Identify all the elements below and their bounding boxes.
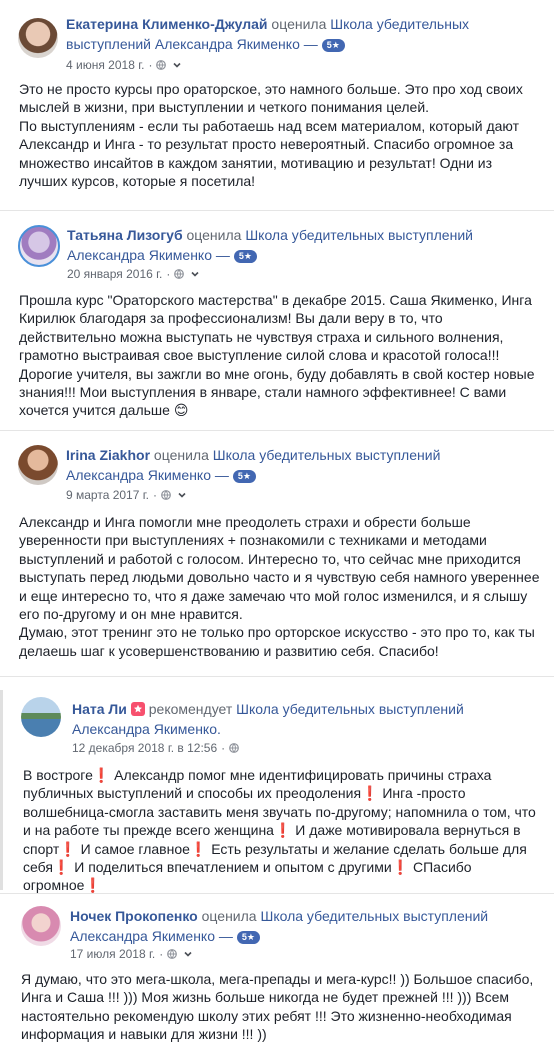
review-action: рекомендует	[148, 701, 233, 717]
text-line: знания!!! Мои выступления в январе, стал…	[19, 384, 507, 401]
text-line: Прошла курс "Ораторского мастерства" в д…	[19, 292, 532, 308]
review-meta: 12 декабря 2018 г. в 12:56 ·	[72, 740, 240, 756]
author-name[interactable]: Irina Ziakhor	[66, 447, 150, 463]
author-name[interactable]: Татьяна Лизогуб	[67, 227, 183, 243]
review-header: Ната Ли рекомендует Школа убедительных в…	[72, 699, 512, 739]
star-badge-icon	[130, 702, 145, 716]
rating-badge: 5★	[232, 470, 256, 483]
chevron-down-icon[interactable]	[177, 490, 187, 500]
rating-badge: 5★	[321, 39, 345, 52]
review-text: Прошла курс "Ораторского мастерства" в д…	[19, 291, 535, 420]
text-line: и на работе ты прежде всего женщина❗ И д…	[23, 822, 521, 839]
text-line: Дорогие учителя, вы зажгли во мне огонь,…	[19, 365, 535, 382]
text-line: себя❗ И поделиться впечатлением и опытом…	[23, 859, 472, 894]
text-line: В востроге❗ Александр помог мне идентифи…	[23, 767, 492, 783]
author-name[interactable]: Екатерина Клименко-Джулай	[66, 16, 268, 32]
text-line: выступлений и работой с голосом. Интерес…	[19, 550, 521, 567]
text-line: множество инсайтов в каждом занятии, мот…	[19, 154, 493, 171]
text-line: спорт❗ И самое главное❗ Есть результаты …	[23, 840, 527, 857]
avatar[interactable]	[21, 906, 61, 946]
author-name[interactable]: Ночек Прокопенко	[70, 908, 198, 924]
review-text: Александр и Инга помогли мне преодолеть …	[19, 513, 539, 660]
text-line: По выступлениям - если ты работаешь над …	[19, 117, 520, 134]
globe-icon	[156, 60, 167, 70]
author-name[interactable]: Ната Ли	[72, 701, 127, 717]
review-action: оценила	[201, 908, 257, 924]
review-date[interactable]: 4 июня 2018 г.	[66, 58, 144, 72]
text-line: и еще интересно то, что я даже замечаю ч…	[19, 587, 528, 604]
review-header: Irina Ziakhor оценила Школа убедительных…	[66, 445, 516, 485]
globe-icon	[161, 490, 171, 500]
review-date[interactable]: 12 декабря 2018 г. в 12:56	[72, 741, 217, 755]
text-line: Александр и Инга - то результат просто н…	[19, 136, 514, 153]
avatar[interactable]	[18, 445, 58, 485]
text-line: выступать перед людьми довольно часто и …	[19, 569, 540, 586]
review-text: В востроге❗ Александр помог мне идентифи…	[23, 766, 554, 895]
review-meta: 4 июня 2018 г. ·	[66, 57, 182, 73]
text-line: мыслей в жизни, при выступлении и четког…	[19, 99, 430, 116]
review-header: Екатерина Клименко-Джулай оценила Школа …	[66, 14, 536, 54]
avatar[interactable]	[21, 697, 61, 737]
review-card: Татьяна Лизогуб оценила Школа убедительн…	[0, 211, 554, 431]
text-line: Кирилюк благодаря за профессионализм! Вы…	[19, 310, 443, 327]
text-line: информация и навыки для жизни !!! ))	[21, 1026, 267, 1043]
text-line: Я думаю, что это мега-школа, мега-препад…	[21, 971, 534, 987]
avatar[interactable]	[18, 18, 58, 58]
review-action: оценила	[271, 16, 327, 32]
text-line: Думаю, этот тренинг это не только про ор…	[19, 624, 535, 641]
review-date[interactable]: 20 января 2016 г.	[67, 267, 162, 281]
review-card: Ната Ли рекомендует Школа убедительных в…	[0, 677, 554, 893]
text-line: его по-другому и он мне нравится.	[19, 606, 243, 623]
review-action: оценила	[153, 447, 209, 463]
text-line: уверенности при выступлениях + познакоми…	[19, 532, 487, 549]
review-card: Irina Ziakhor оценила Школа убедительных…	[0, 431, 554, 671]
chevron-down-icon[interactable]	[190, 269, 200, 279]
review-card: Ночек Прокопенко оценила Школа убедитель…	[0, 894, 554, 1063]
chevron-down-icon[interactable]	[172, 60, 182, 70]
globe-icon	[229, 743, 240, 753]
review-action: оценила	[186, 227, 242, 243]
chevron-down-icon[interactable]	[183, 949, 193, 959]
review-header: Татьяна Лизогуб оценила Школа убедительн…	[67, 225, 517, 265]
text-line: Инга и Саша !!! ))) Моя жизнь больше ник…	[21, 989, 509, 1006]
review-meta: 9 марта 2017 г. ·	[66, 487, 187, 503]
text-line: Это не просто курсы про ораторское, это …	[19, 81, 523, 97]
text-line: хочется учится дальше 😊	[19, 402, 189, 419]
text-line: лучших курсов, которые я посетила!	[19, 173, 256, 190]
review-meta: 17 июля 2018 г. ·	[70, 946, 193, 962]
review-header: Ночек Прокопенко оценила Школа убедитель…	[70, 906, 510, 946]
review-date[interactable]: 9 марта 2017 г.	[66, 488, 149, 502]
review-text: Я думаю, что это мега-школа, мега-препад…	[21, 970, 533, 1044]
text-line: грамотно выстраивая свое выступление сил…	[19, 347, 500, 364]
globe-icon	[167, 949, 178, 959]
review-text: Это не просто курсы про ораторское, это …	[19, 80, 523, 190]
text-line: волшебница-смогла заставить меня звучать…	[23, 803, 536, 820]
text-line: настоятельно рекомендую школу этих ребят…	[21, 1007, 512, 1024]
avatar[interactable]	[18, 225, 60, 267]
rating-badge: 5★	[236, 931, 260, 944]
text-line: Александр и Инга помогли мне преодолеть …	[19, 514, 471, 530]
globe-icon	[174, 269, 185, 279]
review-meta: 20 января 2016 г. ·	[67, 266, 200, 282]
text-line: делаешь шаг к усовершенствованию и разви…	[19, 642, 439, 659]
review-date[interactable]: 17 июля 2018 г.	[70, 947, 155, 961]
text-line: действительно можна выступать не чувству…	[19, 328, 504, 345]
text-line: публичных выступлений и способы их преод…	[23, 785, 466, 802]
review-card: Екатерина Клименко-Джулай оценила Школа …	[0, 0, 554, 205]
rating-badge: 5★	[233, 250, 257, 263]
